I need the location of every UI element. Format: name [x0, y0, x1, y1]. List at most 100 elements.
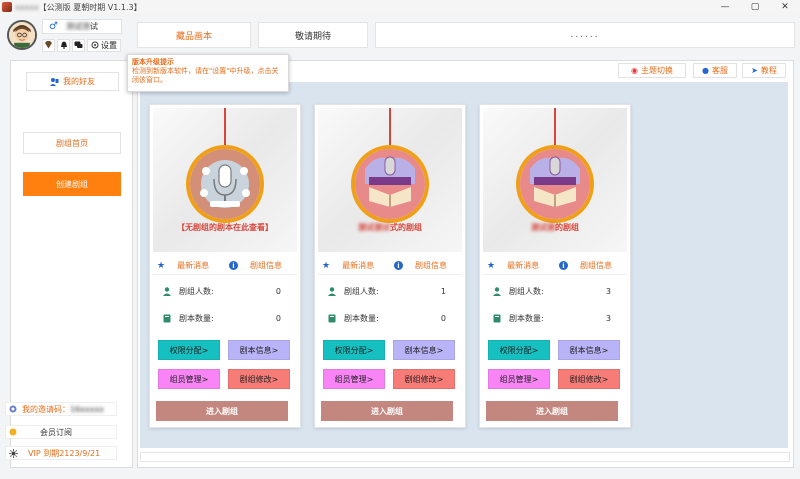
- crew-card: 测试测的剧组 ★ 最新消息 i 剧组信息 剧组人数: 3 剧本数量: 3 权限分配>…: [479, 104, 631, 428]
- member-count-value: 1: [440, 286, 446, 296]
- upgrade-tooltip-body: 检测到新版本软件，请在"设置"中升级，点击关闭该窗口。: [132, 67, 279, 84]
- star-icon: ★: [322, 260, 331, 271]
- username-suffix: 试: [89, 22, 98, 31]
- script-count-row: 剧本数量: 0: [318, 308, 462, 328]
- info-icon: i: [229, 261, 238, 270]
- enter-crew-button[interactable]: 进入剧组: [321, 401, 453, 421]
- settings-button[interactable]: 设置: [87, 38, 121, 52]
- script-info-button[interactable]: 剧本信息>: [393, 340, 455, 360]
- crew-card: 【无剧组的剧本在此查看】 ★ 最新消息 i 剧组信息 剧组人数: 0 剧本数量: 0…: [149, 104, 301, 428]
- coin-icon: [8, 427, 18, 437]
- tab-crew-info[interactable]: i 剧组信息: [390, 260, 462, 271]
- tab-crew-info-label: 剧组信息: [580, 261, 612, 270]
- crew-caption: 测试测的剧组: [483, 222, 627, 233]
- close-window-button[interactable]: ✕: [770, 0, 800, 14]
- crew-edit-button[interactable]: 剧组修改>: [558, 369, 620, 389]
- hanging-string: [554, 108, 556, 148]
- theme-icon: ◉: [631, 66, 638, 75]
- maximize-button[interactable]: ▢: [740, 0, 770, 14]
- tab-coming-soon[interactable]: 敬请期待: [258, 22, 368, 48]
- male-icon: ♂: [49, 21, 58, 32]
- tab-latest-news-label: 最新消息: [177, 261, 210, 270]
- crew-caption-suffix: 式的剧组: [390, 223, 422, 232]
- invite-icon: [8, 404, 18, 414]
- window-title-blurred: xxxxx: [15, 2, 39, 12]
- enter-crew-button[interactable]: 进入剧组: [156, 401, 288, 421]
- window-title-text: 【公测版 夏朝时期 V1.1.3】: [38, 2, 142, 12]
- tab-latest-news-label: 最新消息: [507, 261, 540, 270]
- script-info-button[interactable]: 剧本信息>: [228, 340, 290, 360]
- invite-code-row: 我的邀请码： 16xxxxx: [5, 402, 117, 416]
- subscription-label: 会员订阅: [40, 427, 72, 437]
- crew-caption-blurred: 测试测试: [358, 223, 390, 232]
- minimize-button[interactable]: —: [710, 0, 740, 14]
- enter-crew-button[interactable]: 进入剧组: [486, 401, 618, 421]
- my-friends-button[interactable]: 我的好友: [26, 72, 119, 91]
- info-icon: i: [559, 261, 568, 270]
- crew-card-tabs: ★ 最新消息 i 剧组信息: [153, 257, 297, 275]
- vip-sun-icon: [8, 448, 18, 458]
- crew-cover[interactable]: 【无剧组的剧本在此查看】: [153, 108, 297, 252]
- info-icon: i: [394, 261, 403, 270]
- script-count-value: 0: [440, 313, 446, 323]
- diamond-icon[interactable]: [42, 38, 55, 52]
- tab-crew-info[interactable]: i 剧组信息: [555, 260, 627, 271]
- member-manage-button[interactable]: 组员管理>: [158, 369, 220, 389]
- hanging-string: [389, 108, 391, 148]
- invite-code-label: 我的邀请码：: [22, 404, 70, 414]
- permission-button[interactable]: 权限分配>: [323, 340, 385, 360]
- crew-edit-button[interactable]: 剧组修改>: [393, 369, 455, 389]
- tab-crew-info[interactable]: i 剧组信息: [225, 260, 297, 271]
- username-blurred: 测试测: [65, 22, 90, 31]
- customer-service-button[interactable]: ● 客服: [693, 63, 737, 78]
- tab-latest-news[interactable]: ★ 最新消息: [318, 260, 390, 271]
- crew-card: 测试测试式的剧组 ★ 最新消息 i 剧组信息 剧组人数: 1 剧本数量: 0 权限分…: [314, 104, 466, 428]
- window-controls: — ▢ ✕: [710, 0, 800, 14]
- crew-caption-text: 【无剧组的剧本在此查看】: [177, 223, 273, 232]
- app-icon: [2, 2, 12, 12]
- theme-switch-button[interactable]: ◉ 主题切换: [618, 63, 686, 78]
- create-crew-button[interactable]: 创建剧组: [23, 172, 121, 196]
- book-icon: [163, 314, 171, 322]
- permission-button[interactable]: 权限分配>: [158, 340, 220, 360]
- script-info-button[interactable]: 剧本信息>: [558, 340, 620, 360]
- avatar[interactable]: [7, 20, 37, 50]
- member-count-label: 剧组人数:: [179, 286, 214, 296]
- service-icon: ●: [702, 66, 709, 75]
- crew-caption-blurred: 测试测: [531, 223, 555, 232]
- chat-icon[interactable]: [72, 38, 85, 52]
- subscription-row[interactable]: 会员订阅: [5, 425, 117, 439]
- vip-expiry: VIP 到期2123/9/21: [28, 448, 101, 458]
- crew-cover[interactable]: 测试测的剧组: [483, 108, 627, 252]
- member-count-value: 0: [275, 286, 281, 296]
- audiobook-medal-image: [516, 145, 594, 223]
- upgrade-tooltip[interactable]: 版本升级提示 检测到新版本软件，请在"设置"中升级，点击关闭该窗口。: [127, 54, 289, 92]
- person-icon: [163, 286, 171, 296]
- person-icon: [493, 286, 501, 296]
- my-friends-label: 我的好友: [63, 77, 95, 86]
- crew-card-tabs: ★ 最新消息 i 剧组信息: [318, 257, 462, 275]
- tab-latest-news[interactable]: ★ 最新消息: [483, 260, 555, 271]
- member-manage-button[interactable]: 组员管理>: [323, 369, 385, 389]
- settings-label: 设置: [101, 40, 117, 50]
- tab-collection[interactable]: 藏品画本: [137, 22, 251, 48]
- tab-latest-news[interactable]: ★ 最新消息: [153, 260, 225, 271]
- permission-button[interactable]: 权限分配>: [488, 340, 550, 360]
- book-icon: [493, 314, 501, 322]
- crew-edit-button[interactable]: 剧组修改>: [228, 369, 290, 389]
- invite-code-value: 16xxxxx: [70, 404, 104, 414]
- member-count-label: 剧组人数:: [344, 286, 379, 296]
- crew-home-button[interactable]: 剧组首页: [23, 132, 121, 154]
- tab-crew-info-label: 剧组信息: [250, 261, 282, 270]
- script-count-value: 3: [605, 313, 611, 323]
- script-count-value: 0: [275, 313, 281, 323]
- member-manage-button[interactable]: 组员管理>: [488, 369, 550, 389]
- tutorial-button[interactable]: ➤ 教程: [742, 63, 786, 78]
- crew-cover[interactable]: 测试测试式的剧组: [318, 108, 462, 252]
- crew-caption: 【无剧组的剧本在此查看】: [153, 222, 297, 233]
- member-count-label: 剧组人数:: [509, 286, 544, 296]
- tab-latest-news-label: 最新消息: [342, 261, 375, 270]
- star-icon: ★: [487, 260, 496, 271]
- bell-icon[interactable]: [57, 38, 70, 52]
- script-count-label: 剧本数量:: [179, 313, 214, 323]
